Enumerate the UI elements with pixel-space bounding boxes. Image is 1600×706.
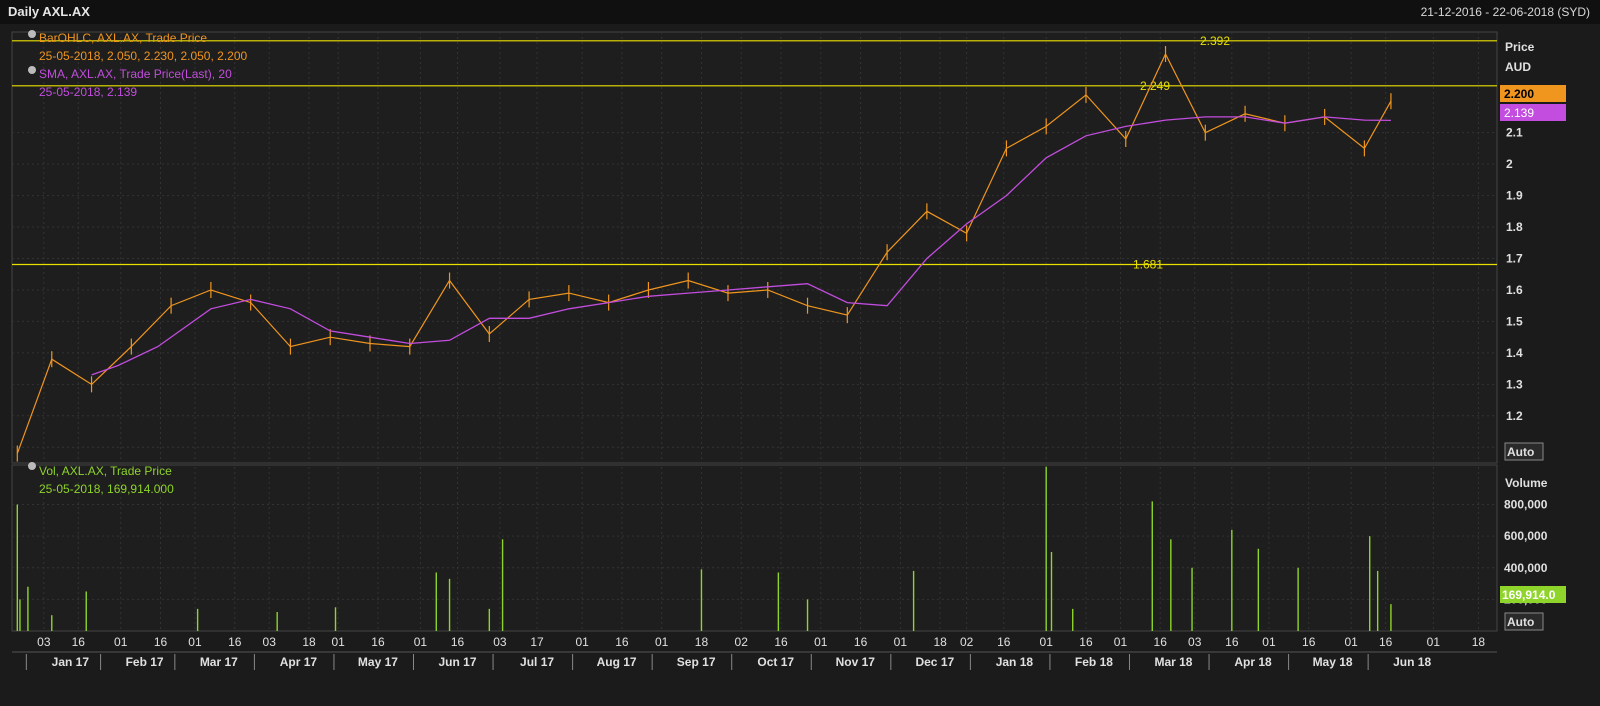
price-tick-label: 1.5 bbox=[1506, 314, 1523, 328]
day-tick-label: 16 bbox=[1225, 635, 1239, 649]
day-tick-label: 18 bbox=[1472, 635, 1486, 649]
legend-volume-icon[interactable] bbox=[28, 462, 36, 470]
price-tick-label: 2 bbox=[1506, 157, 1513, 171]
day-tick-label: 18 bbox=[302, 635, 316, 649]
price-tick-label: 1.6 bbox=[1506, 283, 1523, 297]
day-tick-label: 16 bbox=[72, 635, 86, 649]
month-label: Jul 17 bbox=[520, 655, 554, 669]
price-axis: 1.11.21.31.41.51.61.71.81.922.1 bbox=[1506, 126, 1523, 455]
day-tick-label: 01 bbox=[188, 635, 202, 649]
day-tick-label: 03 bbox=[263, 635, 277, 649]
month-label: Jun 18 bbox=[1393, 655, 1431, 669]
legend-ohlc-icon[interactable] bbox=[28, 30, 36, 38]
last-price-tag: 2.200 bbox=[1504, 87, 1534, 101]
day-tick-label: 01 bbox=[1344, 635, 1358, 649]
price-tick-label: 1.8 bbox=[1506, 220, 1523, 234]
month-label: Feb 17 bbox=[126, 655, 164, 669]
day-tick-label: 02 bbox=[735, 635, 749, 649]
price-tick-label: 1.9 bbox=[1506, 189, 1523, 203]
month-label: Apr 18 bbox=[1234, 655, 1272, 669]
month-label: Aug 17 bbox=[597, 655, 637, 669]
price-tick-label: 1.7 bbox=[1506, 252, 1523, 266]
day-tick-label: 01 bbox=[1114, 635, 1128, 649]
price-axis-unit: AUD bbox=[1505, 60, 1531, 74]
price-auto-button[interactable]: Auto bbox=[1507, 445, 1534, 459]
volume-tick-label: 600,000 bbox=[1504, 529, 1548, 543]
day-tick-label: 01 bbox=[114, 635, 128, 649]
legend-ohlc-title: BarOHLC, AXL.AX, Trade Price bbox=[39, 31, 207, 45]
volume-axis-title: Volume bbox=[1505, 476, 1548, 490]
last-sma-tag: 2.139 bbox=[1504, 106, 1534, 120]
day-tick-label: 01 bbox=[1040, 635, 1054, 649]
day-tick-label: 01 bbox=[814, 635, 828, 649]
day-tick-label: 16 bbox=[997, 635, 1011, 649]
month-label: May 17 bbox=[358, 655, 398, 669]
chart-window: Daily AXL.AX 21-12-2016 - 22-06-2018 (SY… bbox=[0, 0, 1600, 706]
legend-sma-title: SMA, AXL.AX, Trade Price(Last), 20 bbox=[39, 67, 232, 81]
day-tick-label: 16 bbox=[615, 635, 629, 649]
day-tick-label: 03 bbox=[493, 635, 507, 649]
month-label: Oct 17 bbox=[757, 655, 794, 669]
month-label: Sep 17 bbox=[677, 655, 716, 669]
day-tick-label: 16 bbox=[854, 635, 868, 649]
day-tick-label: 16 bbox=[154, 635, 168, 649]
month-label: Mar 18 bbox=[1154, 655, 1192, 669]
volume-tick-label: 400,000 bbox=[1504, 561, 1548, 575]
month-label: Nov 17 bbox=[836, 655, 876, 669]
legend-sma-values: 25-05-2018, 2.139 bbox=[39, 85, 137, 99]
day-tick-label: 01 bbox=[1427, 635, 1441, 649]
date-range: 21-12-2016 - 22-06-2018 (SYD) bbox=[1420, 5, 1590, 19]
month-label: May 18 bbox=[1313, 655, 1353, 669]
month-label: Feb 18 bbox=[1075, 655, 1113, 669]
month-label: Mar 17 bbox=[200, 655, 238, 669]
day-tick-label: 03 bbox=[1188, 635, 1202, 649]
day-tick-label: 01 bbox=[414, 635, 428, 649]
day-tick-label: 16 bbox=[774, 635, 788, 649]
reference-line-label: 2.249 bbox=[1140, 79, 1170, 93]
day-tick-label: 18 bbox=[933, 635, 947, 649]
day-tick-label: 18 bbox=[695, 635, 709, 649]
legend-volume-title: Vol, AXL.AX, Trade Price bbox=[39, 464, 172, 478]
day-tick-label: 16 bbox=[1079, 635, 1093, 649]
day-tick-label: 16 bbox=[451, 635, 465, 649]
day-tick-label: 01 bbox=[575, 635, 589, 649]
day-tick-label: 16 bbox=[1302, 635, 1316, 649]
title-bar: Daily AXL.AX 21-12-2016 - 22-06-2018 (SY… bbox=[0, 0, 1600, 24]
volume-tick-label: 800,000 bbox=[1504, 498, 1548, 512]
last-volume-tag: 169,914.0 bbox=[1502, 588, 1556, 602]
day-tick-label: 01 bbox=[894, 635, 908, 649]
month-label: Jan 17 bbox=[52, 655, 90, 669]
chart-title: Daily AXL.AX bbox=[8, 4, 90, 19]
day-tick-label: 01 bbox=[331, 635, 345, 649]
price-tick-label: 1.3 bbox=[1506, 377, 1523, 391]
price-volume-chart[interactable]: 2.3922.2491.681 1.11.21.31.41.51.61.71.8… bbox=[0, 24, 1600, 706]
month-label: Jan 18 bbox=[996, 655, 1034, 669]
legend-volume-values: 25-05-2018, 169,914.000 bbox=[39, 482, 174, 496]
reference-line-label: 1.681 bbox=[1133, 257, 1163, 271]
legend-sma-icon[interactable] bbox=[28, 66, 36, 74]
month-label: Apr 17 bbox=[280, 655, 318, 669]
day-tick-label: 16 bbox=[371, 635, 385, 649]
price-tick-label: 2.1 bbox=[1506, 126, 1523, 140]
price-axis-title: Price bbox=[1505, 40, 1535, 54]
day-tick-label: 01 bbox=[655, 635, 669, 649]
day-tick-label: 16 bbox=[228, 635, 242, 649]
day-tick-label: 02 bbox=[960, 635, 974, 649]
reference-line-label: 2.392 bbox=[1200, 34, 1230, 48]
month-label: Jun 17 bbox=[438, 655, 476, 669]
day-tick-label: 03 bbox=[37, 635, 51, 649]
price-tick-label: 1.2 bbox=[1506, 409, 1523, 423]
day-tick-label: 16 bbox=[1379, 635, 1393, 649]
month-label: Dec 17 bbox=[915, 655, 954, 669]
day-tick-label: 17 bbox=[530, 635, 544, 649]
volume-auto-button[interactable]: Auto bbox=[1507, 615, 1534, 629]
day-tick-label: 16 bbox=[1154, 635, 1168, 649]
day-tick-label: 01 bbox=[1262, 635, 1276, 649]
legend-ohlc-values: 25-05-2018, 2.050, 2.230, 2.050, 2.200 bbox=[39, 49, 247, 63]
price-tick-label: 1.4 bbox=[1506, 346, 1523, 360]
